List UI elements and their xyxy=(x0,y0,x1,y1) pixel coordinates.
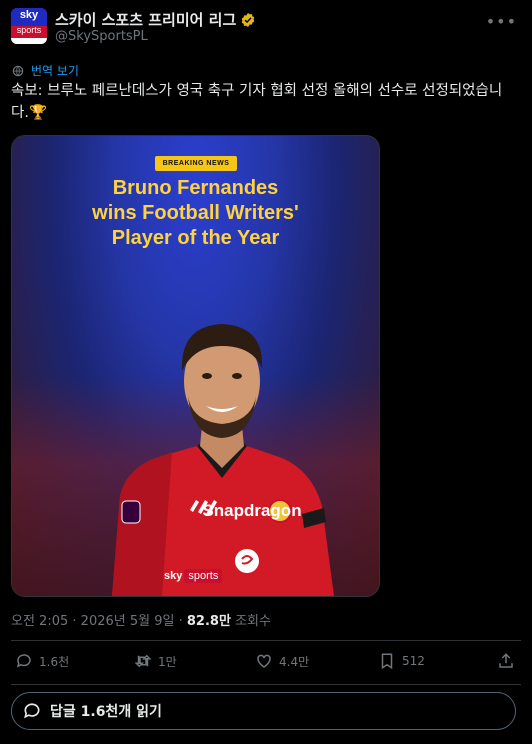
meta-separator-1: · xyxy=(72,614,77,629)
views-count[interactable]: 82.8만 xyxy=(187,614,231,629)
action-bar: 1.6천 1만 4.4만 512 xyxy=(11,652,521,676)
avatar-sports-text: sports xyxy=(16,25,42,35)
views-label: 조회수 xyxy=(235,614,271,629)
post-time[interactable]: 오전 2:05 xyxy=(11,614,68,629)
avatar[interactable]: sky sports xyxy=(11,8,47,44)
divider-top xyxy=(11,640,521,641)
divider-bottom xyxy=(11,684,521,685)
more-options-icon[interactable]: ••• xyxy=(486,12,517,31)
meta-separator-2: · xyxy=(178,614,183,629)
post-date[interactable]: 2026년 5월 9일 xyxy=(81,614,175,629)
reply-bubble-icon xyxy=(24,703,40,719)
share-button[interactable] xyxy=(497,652,515,670)
verified-badge-icon xyxy=(242,12,255,27)
name-row: 스카이 스포츠 프리미어 리그 xyxy=(55,9,256,30)
tweet-header: sky sports 스카이 스포츠 프리미어 리그 @SkySportsPL … xyxy=(11,8,521,48)
reply-icon xyxy=(16,654,31,668)
translate-label: 번역 보기 xyxy=(31,64,79,78)
repost-icon xyxy=(134,654,152,668)
reply-button[interactable]: 1.6천 xyxy=(15,652,69,670)
bookmark-icon xyxy=(381,653,393,670)
repost-button[interactable]: 1만 xyxy=(134,652,177,670)
read-replies-label: 답글 1.6천개 읽기 xyxy=(50,704,162,720)
tweet-meta: 오전 2:05 · 2026년 5월 9일 · 82.8만 조회수 xyxy=(11,610,271,629)
share-icon xyxy=(499,653,513,668)
avatar-strip xyxy=(11,38,47,44)
account-handle[interactable]: @SkySportsPL xyxy=(55,29,148,44)
headline-line-2: wins Football Writers' xyxy=(92,202,299,224)
read-replies-button[interactable]: 답글 1.6천개 읽기 xyxy=(11,692,516,730)
tweet-image[interactable]: BREAKING NEWS Bruno Fernandes wins Footb… xyxy=(11,135,380,597)
reply-count: 1.6천 xyxy=(39,654,70,669)
globe-icon xyxy=(12,65,24,76)
heart-icon xyxy=(257,654,271,668)
brand-sky: sky xyxy=(164,570,183,582)
translate-link[interactable]: 번역 보기 xyxy=(11,62,79,79)
headline-line-1: Bruno Fernandes xyxy=(112,177,279,199)
account-name[interactable]: 스카이 스포츠 프리미어 리그 xyxy=(55,9,236,30)
shirt-sponsor-text: Snapdragon xyxy=(202,501,302,520)
brand-sports: sports xyxy=(184,569,223,583)
tweet-text: 속보: 브루노 페르난데스가 영국 축구 기자 협회 선정 올해의 선수로 선정… xyxy=(11,83,503,121)
image-headline: Bruno Fernandes wins Football Writers' P… xyxy=(12,176,379,251)
repost-count: 1만 xyxy=(158,654,177,669)
player-illustration xyxy=(112,324,334,596)
bookmark-button[interactable]: 512 xyxy=(378,652,425,670)
bookmark-count: 512 xyxy=(402,654,425,668)
like-count: 4.4만 xyxy=(279,654,310,669)
like-button[interactable]: 4.4만 xyxy=(255,652,309,670)
sky-sports-brand: sky sports xyxy=(162,568,223,584)
breaking-news-badge: BREAKING NEWS xyxy=(155,156,237,171)
avatar-sky-text: sky xyxy=(19,9,39,21)
